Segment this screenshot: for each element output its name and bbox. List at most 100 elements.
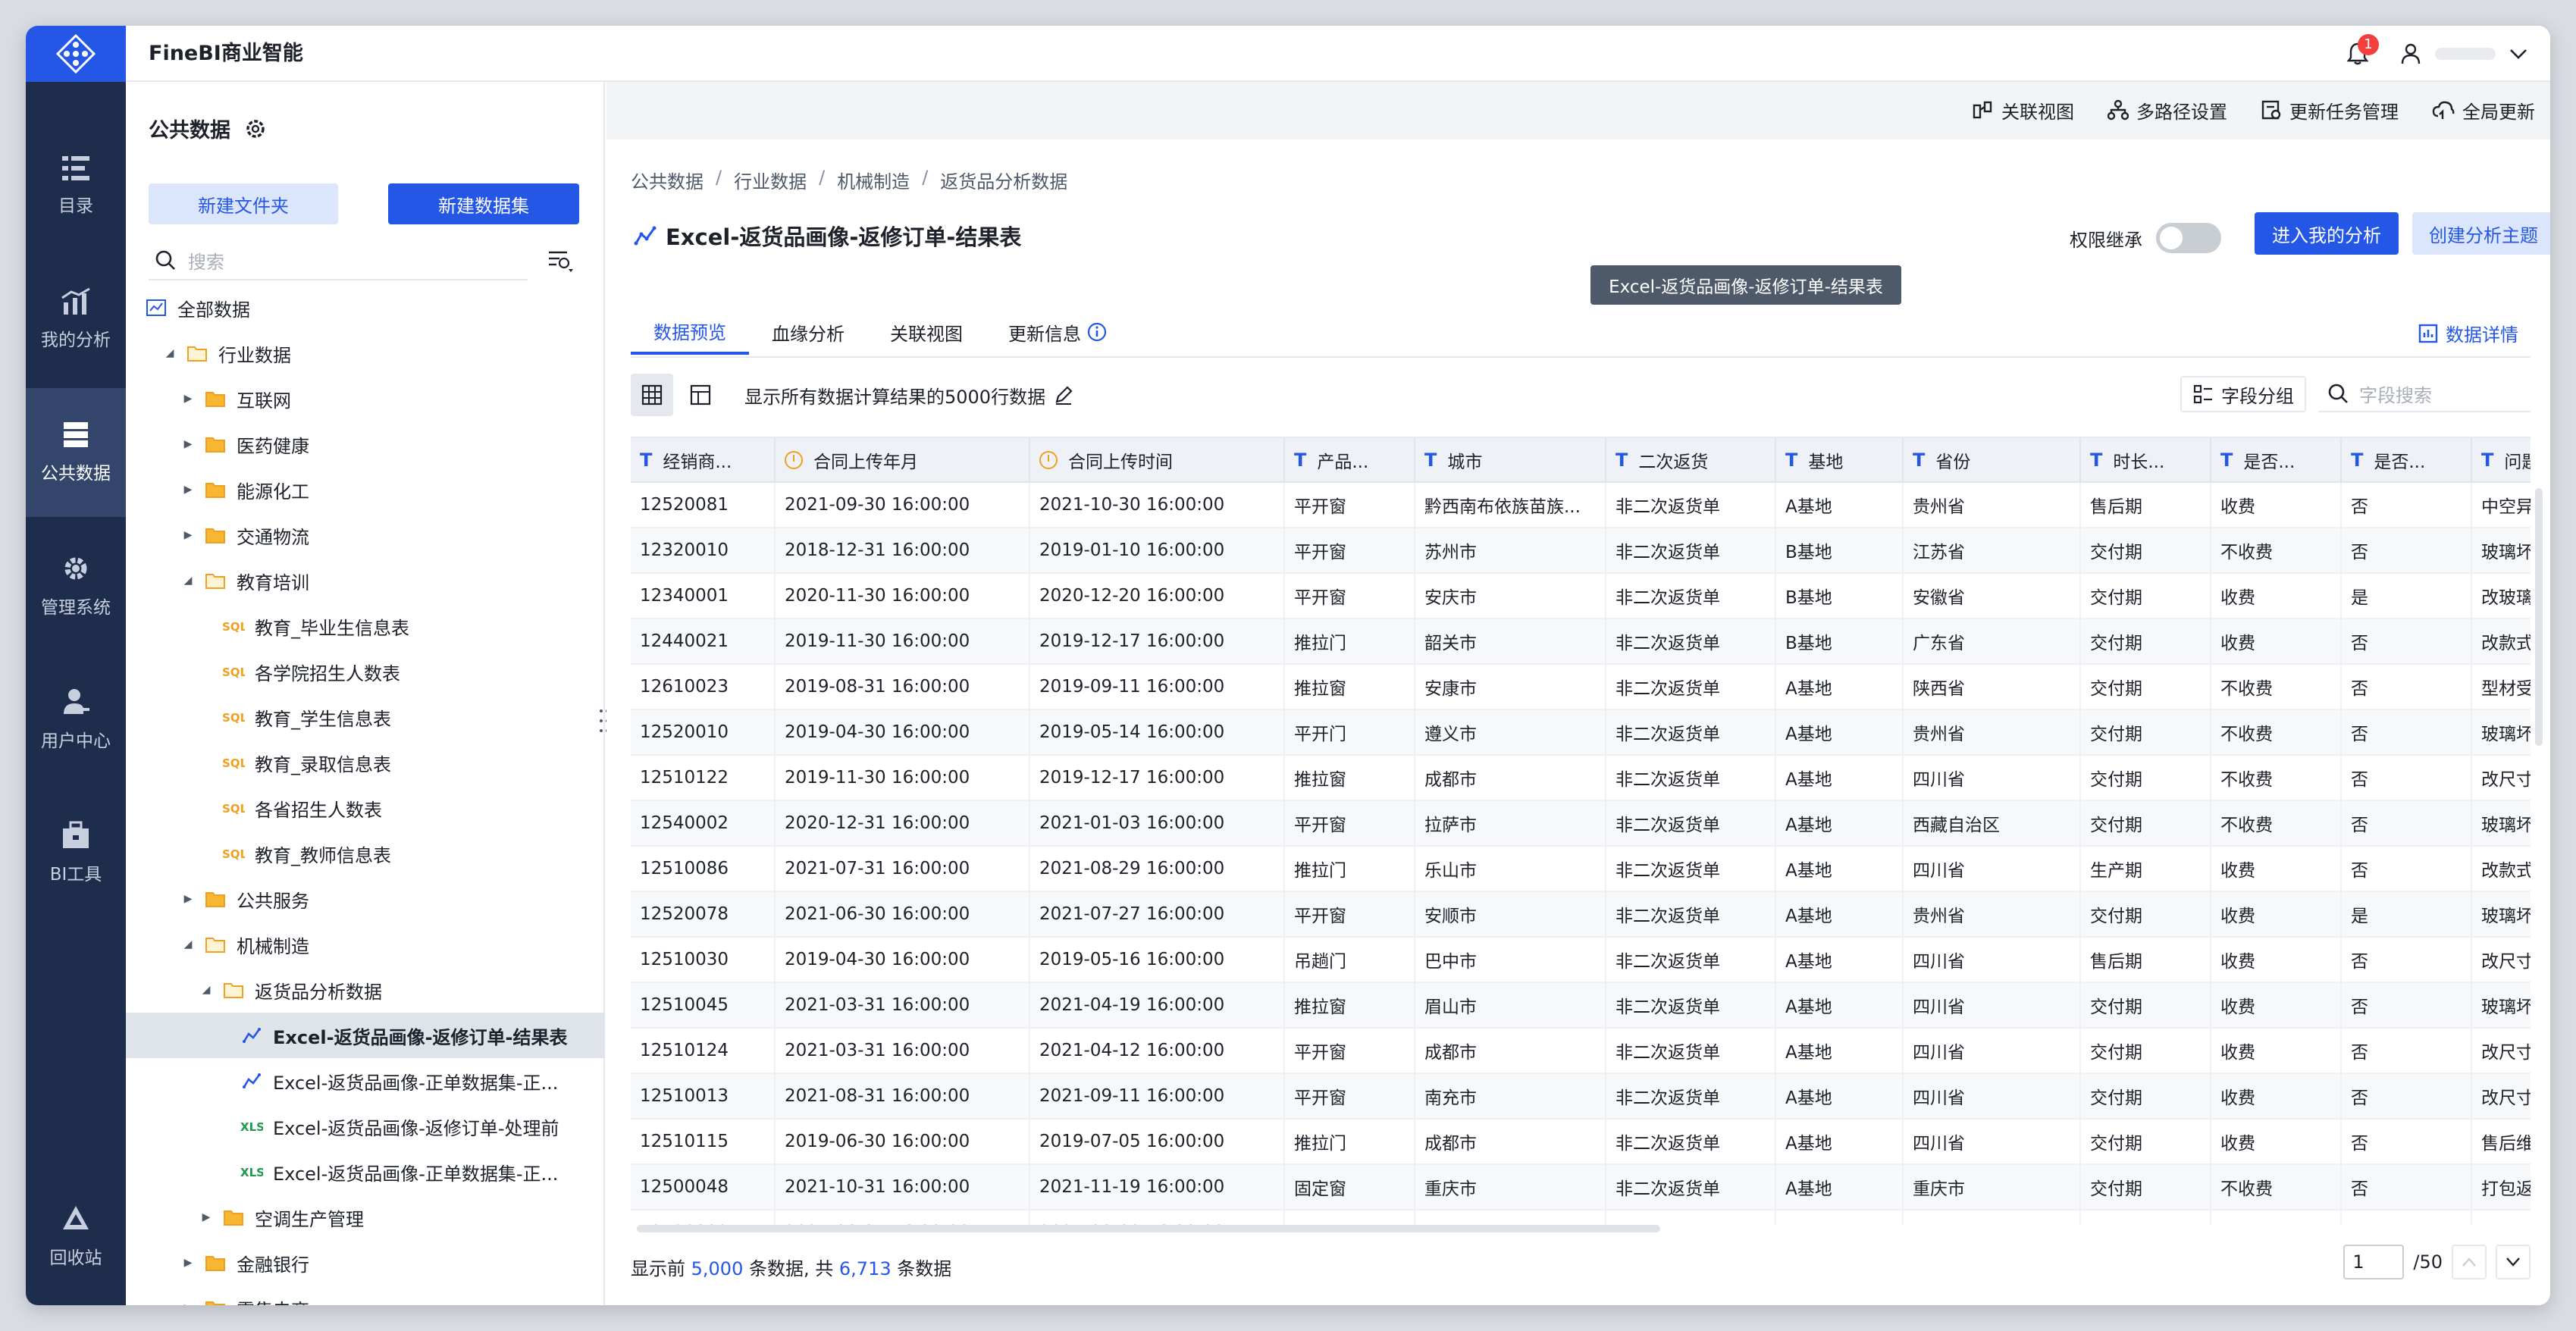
table-cell[interactable]: 平开窗 [1284,1073,1415,1120]
table-cell[interactable]: 玻璃坏 [2471,800,2531,847]
table-row[interactable]: 12520081 2021-09-30 16:00:00 2021-10-30 16… [631,482,2531,528]
table-cell[interactable]: 否 [2341,982,2472,1029]
table-cell[interactable]: 非二次返货单 [1606,1210,1776,1225]
table-cell[interactable]: 收费 [2211,1119,2342,1165]
tab-update-info[interactable]: 更新信息 [986,309,1130,355]
nav-catalog[interactable]: 目录 [26,121,126,250]
table-cell[interactable]: 交付期 [2080,709,2211,756]
nav-bi-tools[interactable]: BI工具 [26,788,126,917]
table-cell[interactable]: 遵义市 [1415,709,1606,756]
table-cell[interactable]: 交付期 [2080,528,2211,574]
table-cell[interactable]: 门窗类型 [2471,1210,2531,1225]
table-cell[interactable]: 2019-07-05 16:00:00 [1029,1119,1285,1165]
table-cell[interactable]: 玻璃坏 [2471,891,2531,938]
table-cell[interactable]: 韶关市 [1415,619,1606,665]
table-row[interactable]: 12510045 2021-03-31 16:00:00 2021-04-19 16… [631,982,2531,1029]
table-row[interactable]: 125200922021-08-31 16:00:002021-09-08 16… [631,1210,2531,1225]
table-cell[interactable]: 否 [2341,755,2472,801]
table-cell[interactable]: A基地 [1775,800,1904,847]
table-cell[interactable]: 2021-09-30 16:00:00 [775,482,1030,528]
table-cell[interactable]: 玻璃坏 [2471,982,2531,1029]
column-header[interactable]: T 基地 [1775,438,1904,483]
table-cell[interactable]: 2020-12-20 16:00:00 [1029,573,1285,619]
table-cell[interactable]: 2019-11-30 16:00:00 [775,619,1030,665]
table-cell[interactable]: A基地 [1775,1164,1904,1210]
table-cell[interactable]: 非二次返货单 [1606,619,1776,665]
table-cell[interactable]: 成都市 [1415,755,1606,801]
table-row[interactable]: 12520010 2019-04-30 16:00:00 2019-05-14 16… [631,709,2531,756]
tree-item[interactable]: ▶ 医药健康 [126,421,605,467]
caret-right-icon[interactable]: ▶ [180,1302,196,1305]
column-header[interactable]: T 问题 [2471,438,2531,483]
data-table-container[interactable]: T 经销商... 合同上传年月 合同上传时间 T 产品... T 城市 T 二次返货 T 基地 T 省份 T… [631,437,2531,1225]
table-cell[interactable]: 2020-12-31 16:00:00 [775,800,1030,847]
table-cell[interactable]: 乐山市 [1415,846,1606,892]
table-cell[interactable]: 12510045 [631,982,776,1029]
table-cell[interactable]: 非二次返货单 [1606,1164,1776,1210]
caret-right-icon[interactable]: ▶ [180,438,196,450]
table-cell[interactable]: 2021-06-30 16:00:00 [775,891,1030,938]
breadcrumb-item[interactable]: 公共数据 [631,167,704,193]
table-cell[interactable]: 交付期 [2080,1164,2211,1210]
table-cell[interactable]: 否 [2341,482,2472,528]
table-cell[interactable]: 平开门 [1284,709,1415,756]
table-cell[interactable]: 成都市 [1415,1028,1606,1074]
table-cell[interactable]: 否 [2341,846,2472,892]
table-cell[interactable]: 拉萨市 [1415,800,1606,847]
column-header[interactable]: T 是否... [2211,438,2342,483]
new-dataset-button[interactable]: 新建数据集 [388,183,579,224]
table-cell[interactable]: 改尺寸 [2471,1073,2531,1120]
caret-right-icon[interactable]: ▶ [180,1257,196,1269]
table-cell[interactable]: 收费 [2211,982,2342,1029]
table-cell[interactable]: 12510122 [631,755,776,801]
table-cell[interactable]: 2021-07-27 16:00:00 [1029,891,1285,938]
nav-user-center[interactable]: 用户中心 [26,655,126,784]
settings-icon[interactable] [244,117,267,140]
nav-recycle-bin[interactable]: 回收站 [26,1172,126,1301]
column-header[interactable]: T 省份 [1903,438,2081,483]
table-cell[interactable]: 平开窗 [1284,1028,1415,1074]
table-cell[interactable]: 不收费 [2211,800,2342,847]
table-cell[interactable]: A基地 [1775,1119,1904,1165]
caret-right-icon[interactable]: ▶ [180,893,196,905]
table-cell[interactable]: 遵义市 [1415,1210,1606,1225]
table-cell[interactable]: 收费 [2211,573,2342,619]
tree-item[interactable]: ▶ 空调生产管理 [126,1195,605,1240]
table-row[interactable]: 12510124 2021-03-31 16:00:00 2021-04-12 16… [631,1028,2531,1074]
table-cell[interactable]: 12520010 [631,709,776,756]
table-cell[interactable]: 12340001 [631,573,776,619]
table-cell[interactable]: 2019-12-17 16:00:00 [1029,619,1285,665]
table-cell[interactable]: 非二次返货单 [1606,937,1776,983]
table-cell[interactable]: 2019-06-30 16:00:00 [775,1119,1030,1165]
table-cell[interactable]: 不收费 [2211,664,2342,710]
table-cell[interactable]: 收费 [2211,1073,2342,1120]
column-header[interactable]: 合同上传年月 [775,438,1030,483]
table-cell[interactable]: 四川省 [1903,1028,2081,1074]
data-detail-button[interactable]: 数据详情 [2418,320,2518,346]
tree-item[interactable]: ◢ 返货品分析数据 [126,967,605,1013]
table-cell[interactable]: A基地 [1775,1210,1904,1225]
table-cell[interactable]: 否 [2341,1210,2472,1225]
table-cell[interactable]: 非二次返货单 [1606,1028,1776,1074]
table-cell[interactable]: 2019-04-30 16:00:00 [775,937,1030,983]
tab-data-preview[interactable]: 数据预览 [631,309,749,355]
table-cell[interactable]: 贵州省 [1903,1210,2081,1225]
tree-item[interactable]: XLS Excel-返货品画像-正单数据集-正... [126,1149,605,1195]
table-cell[interactable]: A基地 [1775,891,1904,938]
table-cell[interactable]: 收费 [2211,937,2342,983]
tree-item[interactable]: SQL 教育_学生信息表 [126,694,605,740]
table-cell[interactable]: 收费 [2211,619,2342,665]
table-cell[interactable]: 2021-07-31 16:00:00 [775,846,1030,892]
prev-page-button[interactable] [2452,1245,2487,1279]
table-cell[interactable]: 12520081 [631,482,776,528]
table-cell[interactable]: 安康市 [1415,664,1606,710]
table-cell[interactable]: A基地 [1775,1028,1904,1074]
table-cell[interactable]: 非二次返货单 [1606,528,1776,574]
info-icon[interactable] [1087,322,1107,342]
table-cell[interactable]: 南充市 [1415,1073,1606,1120]
table-cell[interactable]: 玻璃坏 [2471,528,2531,574]
permission-inherit-toggle[interactable] [2156,223,2221,253]
table-cell[interactable]: 2020-11-30 16:00:00 [775,573,1030,619]
table-cell[interactable]: 2021-09-08 16:00:00 [1029,1210,1285,1225]
table-cell[interactable]: 2021-08-31 16:00:00 [775,1073,1030,1120]
